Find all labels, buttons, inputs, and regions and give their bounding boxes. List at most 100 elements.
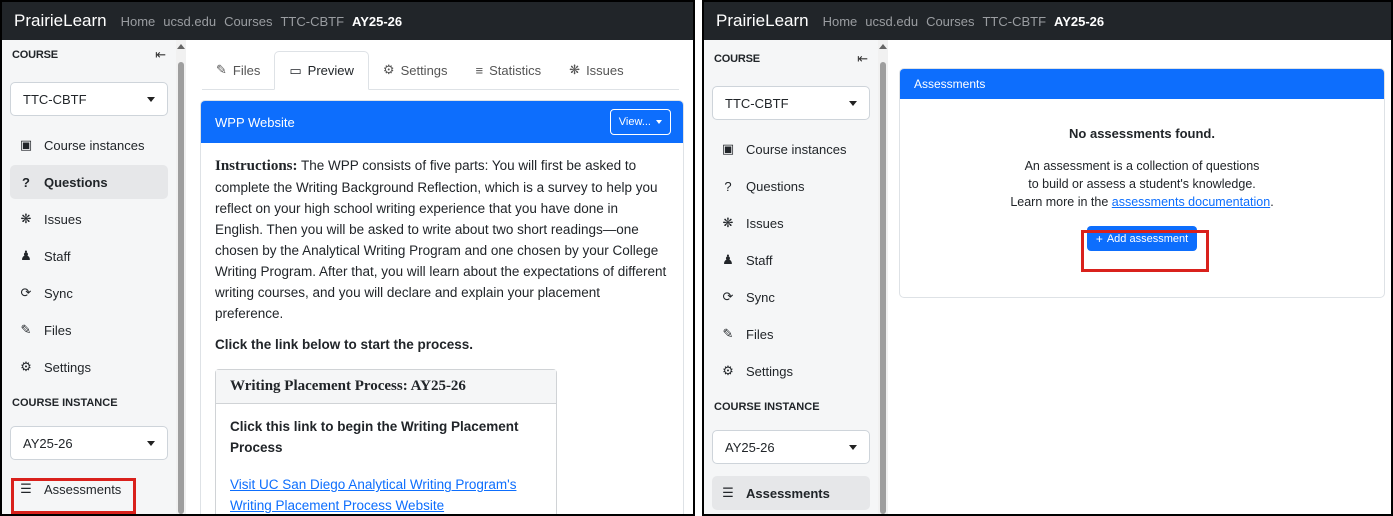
sidebar-item-label: Course instances: [44, 137, 145, 153]
caret-down-icon: [656, 120, 662, 124]
gear-icon: ⚙: [722, 363, 734, 378]
edit-icon: ✎: [20, 322, 32, 337]
sidebar-item-issues[interactable]: ❋ Issues: [712, 206, 870, 240]
empty-state-line: Learn more in the assessments documentat…: [900, 193, 1384, 211]
course-section-header: COURSE ⇤: [704, 44, 878, 74]
sidebar-item-files[interactable]: ✎ Files: [10, 313, 168, 347]
collapse-sidebar-icon[interactable]: ⇤: [155, 47, 166, 63]
tab-label: Files: [232, 62, 261, 78]
question-preview-card: WPP Website View... Instructions: The WP…: [200, 100, 684, 514]
sidebar-item-sync[interactable]: ⟳ Sync: [712, 280, 870, 314]
course-instance-select-value: AY25-26: [725, 439, 775, 455]
docs-suffix: .: [1270, 195, 1274, 209]
sidebar: COURSE ⇤ TTC-CBTF ▣ Course instances ? Q…: [2, 40, 176, 514]
scrollbar-thumb[interactable]: [880, 62, 886, 514]
question-icon: ?: [724, 178, 732, 194]
users-icon: ♟: [722, 252, 734, 267]
empty-state-line: An assessment is a collection of questio…: [1024, 159, 1260, 173]
instructions-paragraph: Instructions: The WPP consists of five p…: [215, 155, 669, 324]
scrollbar-thumb[interactable]: [178, 62, 184, 514]
course-select-value: TTC-CBTF: [725, 95, 789, 111]
sidebar-item-label: Staff: [746, 252, 773, 268]
placement-card: Writing Placement Process: AY25-26 Click…: [215, 369, 557, 514]
bug-icon: ❋: [722, 215, 734, 230]
chevron-down-icon: [147, 440, 155, 446]
sidebar-item-course-instances[interactable]: ▣ Course instances: [10, 128, 168, 162]
chalkboard-icon: ▣: [19, 137, 33, 152]
sidebar-item-settings[interactable]: ⚙ Settings: [10, 350, 168, 384]
sidebar-item-assessments[interactable]: ☰ Assessments: [712, 476, 870, 510]
sidebar-item-issues[interactable]: ❋ Issues: [10, 202, 168, 236]
tab-label: Preview: [307, 63, 354, 78]
scroll-up-arrow-icon[interactable]: [177, 44, 185, 49]
highlight-box-add-assessment: [1081, 230, 1209, 272]
chevron-down-icon: [849, 100, 857, 106]
course-select[interactable]: TTC-CBTF: [712, 86, 870, 120]
edit-icon: ✎: [722, 326, 734, 341]
nav-course-instance[interactable]: AY25-26: [1054, 14, 1104, 29]
sidebar-item-staff[interactable]: ♟ Staff: [10, 239, 168, 273]
tab-statistics[interactable]: ≡ Statistics: [462, 51, 556, 89]
edit-icon: ✎: [216, 62, 227, 77]
course-instance-select[interactable]: AY25-26: [10, 426, 168, 460]
course-select[interactable]: TTC-CBTF: [10, 82, 168, 116]
sidebar-item-staff[interactable]: ♟ Staff: [712, 243, 870, 277]
sync-icon: ⟳: [722, 289, 734, 304]
tab-settings[interactable]: ⚙ Settings: [369, 51, 462, 89]
tab-preview[interactable]: ▭ Preview: [274, 51, 369, 90]
course-instance-select-value: AY25-26: [23, 435, 73, 451]
users-icon: ♟: [20, 248, 32, 263]
nav-institution[interactable]: ucsd.edu: [163, 14, 216, 29]
nav-course[interactable]: TTC-CBTF: [982, 14, 1046, 29]
course-section-header: COURSE ⇤: [2, 40, 176, 70]
sidebar-scrollbar[interactable]: [878, 40, 888, 514]
chevron-down-icon: [147, 96, 155, 102]
sidebar-item-label: Settings: [746, 363, 793, 379]
tab-issues[interactable]: ❋ Issues: [555, 51, 637, 89]
sidebar-item-label: Issues: [746, 215, 784, 231]
tab-files[interactable]: ✎ Files: [202, 51, 274, 89]
placement-website-link[interactable]: Visit UC San Diego Analytical Writing Pr…: [230, 474, 542, 514]
bug-icon: ❋: [20, 211, 32, 226]
nav-course-instance[interactable]: AY25-26: [352, 14, 402, 29]
sidebar-item-questions[interactable]: ? Questions: [10, 165, 168, 199]
nav-course[interactable]: TTC-CBTF: [280, 14, 344, 29]
sidebar-scrollbar[interactable]: [176, 40, 186, 514]
collapse-sidebar-icon[interactable]: ⇤: [857, 51, 868, 67]
placement-card-body: Click this link to begin the Writing Pla…: [216, 404, 556, 514]
sidebar-item-settings[interactable]: ⚙ Settings: [712, 354, 870, 388]
sidebar-item-questions[interactable]: ? Questions: [712, 169, 870, 203]
tab-label: Statistics: [489, 62, 542, 78]
sidebar-item-label: Files: [44, 322, 72, 338]
nav-institution[interactable]: ucsd.edu: [865, 14, 918, 29]
sidebar-item-label: Sync: [44, 285, 73, 301]
placement-card-text: Click this link to begin the Writing Pla…: [230, 419, 519, 455]
view-dropdown-button[interactable]: View...: [609, 109, 671, 135]
assessments-docs-link[interactable]: assessments documentation: [1112, 195, 1270, 209]
course-instance-select[interactable]: AY25-26: [712, 430, 870, 464]
sidebar-item-label: Files: [746, 326, 774, 342]
sync-icon: ⟳: [20, 285, 32, 300]
nav-courses[interactable]: Courses: [926, 14, 974, 29]
sidebar-item-files[interactable]: ✎ Files: [712, 317, 870, 351]
nav-courses[interactable]: Courses: [224, 14, 272, 29]
chevron-down-icon: [849, 444, 857, 450]
brand-link[interactable]: PrairieLearn: [14, 11, 107, 31]
gear-icon: ⚙: [382, 62, 395, 77]
desktop-icon: ▭: [289, 62, 302, 78]
course-instance-header: COURSE INSTANCE: [714, 401, 820, 413]
scroll-up-arrow-icon[interactable]: [879, 44, 887, 49]
sidebar-item-label: Sync: [746, 289, 775, 305]
sidebar-item-sync[interactable]: ⟳ Sync: [10, 276, 168, 310]
card-title: WPP Website: [215, 114, 295, 130]
nav-home[interactable]: Home: [823, 14, 858, 29]
sidebar-item-label: Questions: [746, 178, 805, 194]
sidebar: COURSE ⇤ TTC-CBTF ▣ Course instances ? Q…: [704, 40, 878, 514]
chalkboard-icon: ▣: [721, 141, 735, 156]
navbar: PrairieLearn Home ucsd.edu Courses TTC-C…: [2, 2, 693, 40]
bug-icon: ❋: [569, 62, 581, 77]
brand-link[interactable]: PrairieLearn: [716, 11, 809, 31]
sidebar-item-label: Assessments: [746, 485, 830, 501]
nav-home[interactable]: Home: [121, 14, 156, 29]
sidebar-item-course-instances[interactable]: ▣ Course instances: [712, 132, 870, 166]
